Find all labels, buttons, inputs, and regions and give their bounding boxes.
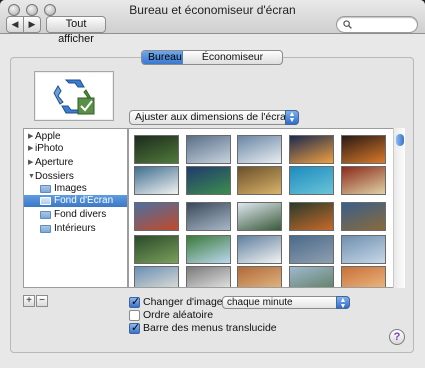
wallpaper-thumbnail[interactable] <box>237 266 282 287</box>
wallpaper-thumbnail[interactable] <box>186 135 231 164</box>
picture-grid <box>128 128 405 288</box>
tab-desktop[interactable]: Bureau <box>142 51 183 64</box>
wallpaper-thumbnail[interactable] <box>186 266 231 287</box>
random-order-checkbox[interactable] <box>129 310 140 321</box>
disclosure-triangle-open-icon[interactable]: ▼ <box>28 171 35 183</box>
source-item-aperture[interactable]: ▶ Aperture <box>24 157 127 169</box>
current-picture-preview <box>34 71 114 121</box>
wallpaper-thumbnail[interactable] <box>237 135 282 164</box>
back-arrow-icon[interactable]: ◀ <box>7 17 24 32</box>
wallpaper-thumbnail[interactable] <box>289 235 334 264</box>
translucent-menu-bar-checkbox[interactable] <box>129 321 140 334</box>
disclosure-triangle-icon[interactable]: ▶ <box>28 143 33 155</box>
wallpaper-thumbnail[interactable] <box>341 202 386 231</box>
wallpaper-thumbnail[interactable] <box>289 266 334 287</box>
show-all-button[interactable]: Tout afficher <box>46 16 106 45</box>
wallpaper-thumbnail[interactable] <box>134 235 179 264</box>
wallpaper-thumbnail[interactable] <box>341 135 386 164</box>
wallpaper-thumbnail[interactable] <box>134 166 179 195</box>
preferences-window: Bureau et économiseur d'écran ◀ ▶ Tout a… <box>0 0 425 368</box>
add-folder-button[interactable]: + <box>23 295 35 307</box>
picture-grid-scrollbar[interactable] <box>393 128 405 288</box>
window-title: Bureau et économiseur d'écran <box>129 3 296 17</box>
source-list: ▶ Apple ▶ iPhoto ▶ Aperture ▼ Dossiers Image… <box>23 128 128 288</box>
disclosure-triangle-icon[interactable]: ▶ <box>28 157 33 169</box>
recycle-arrows-icon <box>53 79 95 115</box>
help-button[interactable]: ? <box>389 329 405 345</box>
wallpaper-thumbnail[interactable] <box>134 135 179 164</box>
source-item-dossiers[interactable]: ▼ Dossiers <box>24 171 127 183</box>
random-order-label: Ordre aléatoire <box>143 309 214 321</box>
change-picture-checkbox[interactable] <box>129 295 140 308</box>
remove-folder-button[interactable]: − <box>36 295 48 307</box>
source-item-fond-d-ecran[interactable]: Fond d'Écran <box>24 195 127 207</box>
wallpaper-thumbnail[interactable] <box>237 235 282 264</box>
change-picture-label: Changer d'image : <box>143 296 229 308</box>
folder-icon <box>40 185 51 193</box>
wallpaper-thumbnail[interactable] <box>186 166 231 195</box>
back-forward-control: ◀ ▶ <box>6 16 41 33</box>
translucent-menu-bar-label: Barre des menus translucide <box>143 322 277 334</box>
popup-arrows-icon: ▲ ▼ <box>285 110 299 125</box>
wallpaper-thumbnail[interactable] <box>289 135 334 164</box>
wallpaper-thumbnail[interactable] <box>289 202 334 231</box>
wallpaper-thumbnail[interactable] <box>341 166 386 195</box>
forward-arrow-icon[interactable]: ▶ <box>24 17 40 32</box>
folder-icon <box>40 225 51 233</box>
wallpaper-thumbnail[interactable] <box>134 266 179 287</box>
wallpaper-thumbnail[interactable] <box>237 166 282 195</box>
wallpaper-thumbnail[interactable] <box>341 266 386 287</box>
folder-icon <box>40 211 51 219</box>
source-item-fond-divers[interactable]: Fond divers <box>24 209 127 221</box>
source-item-apple[interactable]: ▶ Apple <box>24 131 127 143</box>
wallpaper-thumbnail[interactable] <box>237 202 282 231</box>
wallpaper-thumbnail[interactable] <box>289 166 334 195</box>
folder-icon <box>40 197 51 205</box>
tab-bar: Bureau Économiseur d'écran <box>141 50 283 65</box>
interval-popup[interactable]: chaque minute ▲ ▼ <box>222 296 350 310</box>
wallpaper-thumbnail[interactable] <box>134 202 179 231</box>
source-item-interieurs[interactable]: Intérieurs <box>24 223 127 235</box>
interval-value: chaque minute <box>227 297 293 308</box>
wallpaper-thumbnail[interactable] <box>186 235 231 264</box>
fit-mode-popup[interactable]: Ajuster aux dimensions de l'écran ▲ ▼ <box>129 110 299 125</box>
title-bar: Bureau et économiseur d'écran ◀ ▶ Tout a… <box>0 0 425 45</box>
popup-arrows-icon: ▲ ▼ <box>336 296 350 310</box>
scrollbar-thumb[interactable] <box>396 134 404 146</box>
search-icon <box>343 20 352 29</box>
source-item-iphoto[interactable]: ▶ iPhoto <box>24 143 127 155</box>
wallpaper-thumbnail[interactable] <box>341 235 386 264</box>
tab-screensaver[interactable]: Économiseur d'écran <box>183 51 282 64</box>
disclosure-triangle-icon[interactable]: ▶ <box>28 131 33 143</box>
source-item-images[interactable]: Images <box>24 183 127 195</box>
search-field[interactable] <box>336 16 418 33</box>
wallpaper-thumbnail[interactable] <box>186 202 231 231</box>
fit-mode-value: Ajuster aux dimensions de l'écran <box>135 111 292 123</box>
